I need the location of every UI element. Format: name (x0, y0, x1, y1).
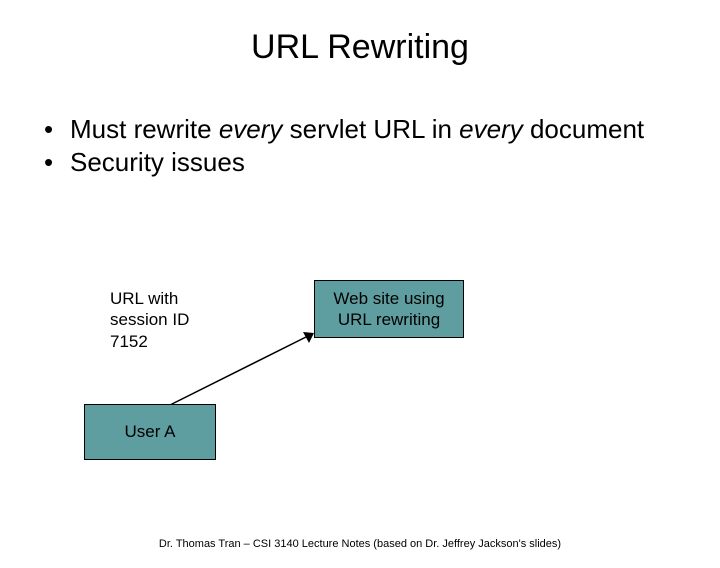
bullet-marker: • (44, 113, 70, 146)
text-emphasis: every (459, 114, 523, 144)
website-box: Web site usingURL rewriting (314, 280, 464, 338)
bullet-item: • Must rewrite every servlet URL in ever… (44, 113, 676, 146)
diagram: URL withsession ID7152 Web site usingURL… (0, 280, 720, 520)
user-box: User A (84, 404, 216, 460)
text-emphasis: every (219, 114, 283, 144)
bullet-text: Security issues (70, 146, 676, 179)
bullet-text: Must rewrite every servlet URL in every … (70, 113, 676, 146)
slide-title: URL Rewriting (0, 28, 720, 67)
text-fragment: document (523, 114, 644, 144)
bullet-marker: • (44, 146, 70, 179)
text-fragment: Must rewrite (70, 114, 219, 144)
url-session-label: URL withsession ID7152 (110, 288, 189, 352)
bullet-list: • Must rewrite every servlet URL in ever… (44, 113, 676, 178)
bullet-item: • Security issues (44, 146, 676, 179)
text-fragment: servlet URL in (282, 114, 459, 144)
